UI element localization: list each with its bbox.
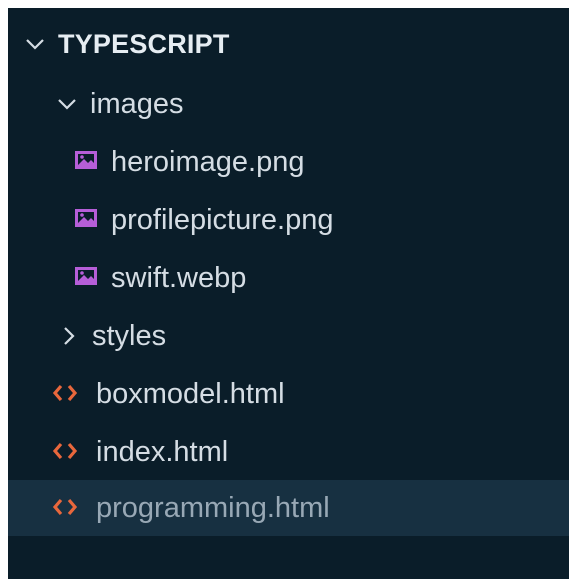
tree-item-label: styles: [92, 319, 167, 352]
tree-item-boxmodel-html[interactable]: boxmodel.html: [8, 366, 569, 422]
image-file-icon: [74, 262, 98, 295]
tree-item-label: index.html: [96, 435, 229, 468]
tree-item-label: images: [90, 87, 184, 120]
explorer-root-folder[interactable]: TYPESCRIPT: [8, 16, 569, 72]
image-file-icon: [74, 146, 98, 179]
tree-item-programming-html[interactable]: programming.html: [8, 480, 569, 536]
tree-item-label: heroimage.png: [111, 145, 305, 178]
html-file-icon: [52, 378, 78, 411]
html-file-icon: [52, 436, 78, 469]
root-folder-label: TYPESCRIPT: [58, 28, 230, 59]
chevron-right-icon[interactable]: [58, 325, 80, 347]
tree-item-profilepicture-png[interactable]: profilepicture.png: [8, 192, 569, 248]
html-file-icon: [52, 492, 78, 525]
tree-item-index-html[interactable]: index.html: [8, 424, 569, 480]
tree-item-label: boxmodel.html: [96, 377, 285, 410]
tree-item-label: programming.html: [96, 491, 330, 524]
tree-item-images-folder[interactable]: images: [8, 76, 569, 132]
tree-item-label: profilepicture.png: [111, 203, 334, 236]
tree-item-heroimage-png[interactable]: heroimage.png: [8, 134, 569, 190]
chevron-down-icon[interactable]: [24, 33, 46, 55]
tree-item-styles-folder[interactable]: styles: [8, 308, 569, 364]
tree-item-swift-webp[interactable]: swift.webp: [8, 250, 569, 306]
image-file-icon: [74, 204, 98, 237]
chevron-down-icon[interactable]: [56, 93, 78, 115]
file-explorer: TYPESCRIPT images heroimage.png profilep…: [8, 8, 569, 579]
tree-item-label: swift.webp: [111, 261, 247, 294]
